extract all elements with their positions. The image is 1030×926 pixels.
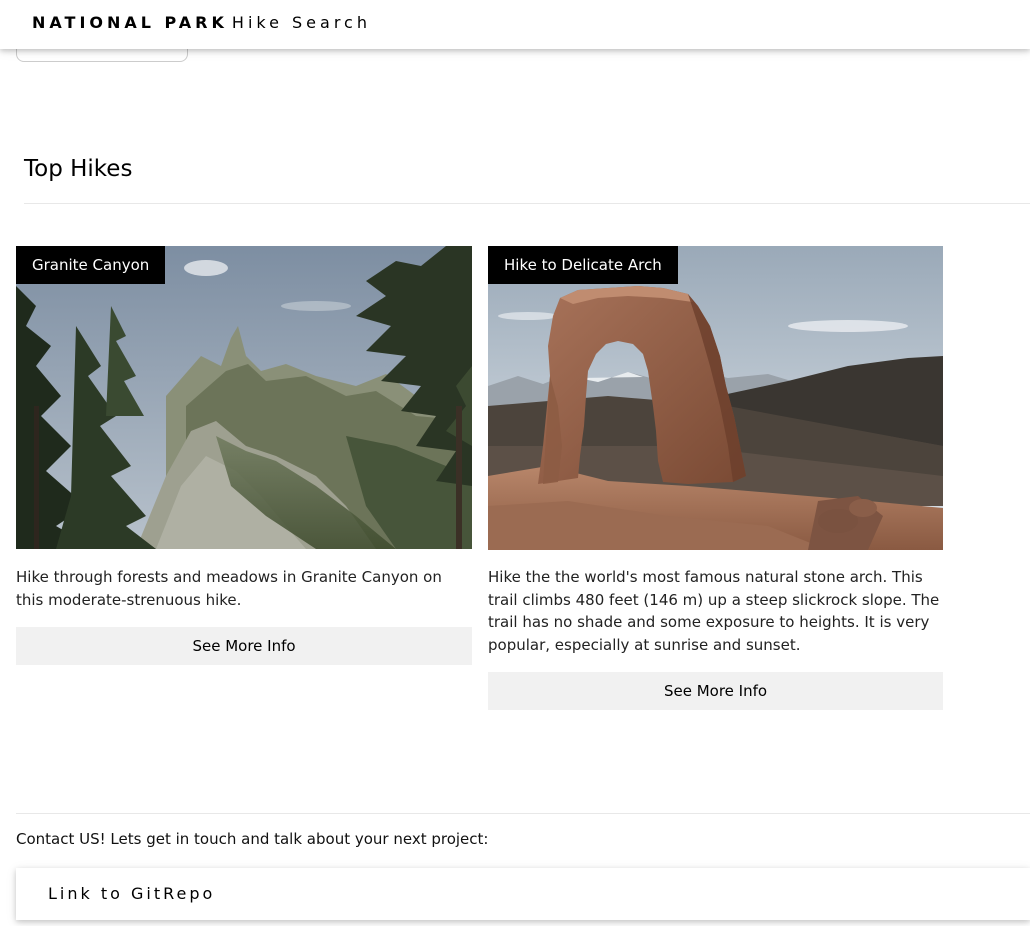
section-divider	[24, 203, 1030, 204]
gitrepo-link[interactable]: Link to GitRepo	[48, 884, 215, 903]
brand-title-rest: Hike Search	[231, 13, 371, 32]
see-more-info-button[interactable]: See More Info	[488, 672, 943, 710]
delicate-arch-photo	[488, 246, 943, 550]
brand-title-bold: NATIONAL PARK	[32, 13, 228, 32]
footer-link-bar: Link to GitRepo	[16, 868, 1030, 920]
hike-title-granite-canyon: Granite Canyon	[16, 246, 166, 284]
hike-title-delicate-arch: Hike to Delicate Arch	[488, 246, 678, 284]
section-title: Top Hikes	[24, 156, 133, 182]
hike-card-granite-canyon: Granite Canyon Hike through forests and …	[16, 246, 472, 665]
contact-text: Contact US! Lets get in touch and talk a…	[16, 830, 489, 848]
hike-card-delicate-arch: Hike to Delicate Arch Hike the the world…	[488, 246, 943, 710]
granite-canyon-photo	[16, 246, 472, 549]
hike-description: Hike the the world's most famous natural…	[488, 568, 940, 654]
hike-image-delicate-arch: Hike to Delicate Arch	[488, 246, 943, 550]
site-brand[interactable]: NATIONAL PARK Hike Search	[32, 13, 371, 32]
hike-image-granite-canyon: Granite Canyon	[16, 246, 472, 549]
top-navbar: NATIONAL PARK Hike Search	[0, 0, 1030, 49]
footer-divider	[16, 813, 1030, 814]
hike-description: Hike through forests and meadows in Gran…	[16, 568, 442, 609]
see-more-info-button[interactable]: See More Info	[16, 627, 472, 665]
